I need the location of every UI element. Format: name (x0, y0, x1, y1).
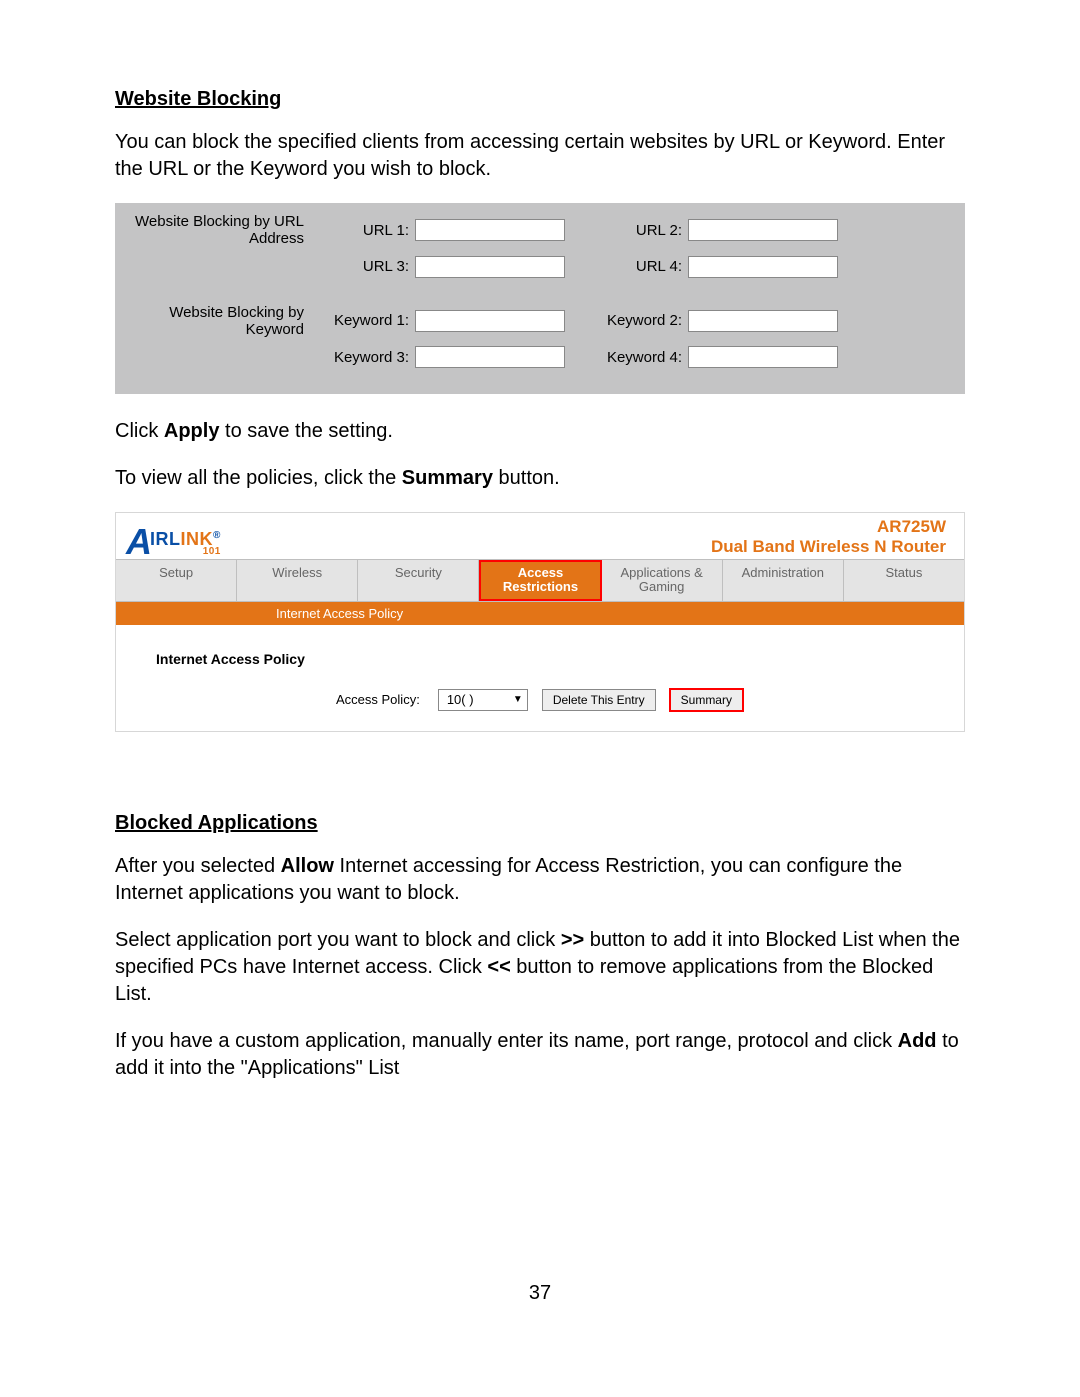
text-blocked-apps-p1: After you selected Allow Internet access… (115, 853, 965, 907)
label-url4: URL 4: (587, 258, 688, 275)
router-ui: A IRLINK® 101 AR725W Dual Band Wireless … (115, 512, 965, 732)
text-view-summary: To view all the policies, click the Summ… (115, 465, 965, 492)
text-blocked-apps-p3: If you have a custom application, manual… (115, 1028, 965, 1082)
tab-bar: Setup Wireless Security Access Restricti… (116, 559, 964, 602)
text-blocked-apps-p2: Select application port you want to bloc… (115, 927, 965, 1008)
label-kw3: Keyword 3: (314, 349, 415, 366)
summary-button[interactable]: Summary (670, 689, 743, 711)
label-url-group: Website Blocking by URL Address (129, 213, 314, 248)
input-url2[interactable] (688, 219, 838, 241)
intro-website-blocking: You can block the specified clients from… (115, 129, 965, 183)
tab-wireless[interactable]: Wireless (237, 560, 358, 601)
label-kw2: Keyword 2: (587, 312, 688, 329)
input-url3[interactable] (415, 256, 565, 278)
heading-website-blocking: Website Blocking (115, 88, 965, 111)
model-number: AR725W (711, 517, 946, 537)
text-click-apply: Click Apply to save the setting. (115, 418, 965, 445)
input-kw4[interactable] (688, 346, 838, 368)
tab-setup[interactable]: Setup (116, 560, 237, 601)
website-blocking-form: Website Blocking by URL Address URL 1: U… (115, 203, 965, 394)
model-tagline: Dual Band Wireless N Router (711, 537, 946, 557)
airlink-logo: A IRLINK® 101 (126, 528, 221, 557)
heading-blocked-applications: Blocked Applications (115, 812, 965, 835)
input-url4[interactable] (688, 256, 838, 278)
select-access-policy[interactable]: 10( ) ▼ (438, 689, 528, 711)
input-kw1[interactable] (415, 310, 565, 332)
page-number: 37 (115, 1282, 965, 1305)
chevron-down-icon: ▼ (513, 694, 523, 705)
label-keyword-group: Website Blocking by Keyword (129, 304, 314, 339)
label-access-policy: Access Policy: (336, 692, 420, 707)
input-kw3[interactable] (415, 346, 565, 368)
label-url1: URL 1: (314, 222, 415, 239)
delete-entry-button[interactable]: Delete This Entry (542, 689, 656, 711)
tab-administration[interactable]: Administration (723, 560, 844, 601)
tab-status[interactable]: Status (844, 560, 964, 601)
label-url3: URL 3: (314, 258, 415, 275)
tab-access-restrictions[interactable]: Access Restrictions (479, 560, 601, 601)
tab-applications-gaming[interactable]: Applications & Gaming (602, 560, 723, 601)
label-kw1: Keyword 1: (314, 312, 415, 329)
label-kw4: Keyword 4: (587, 349, 688, 366)
input-url1[interactable] (415, 219, 565, 241)
heading-internet-access-policy: Internet Access Policy (156, 651, 944, 667)
label-url2: URL 2: (587, 222, 688, 239)
tab-security[interactable]: Security (358, 560, 479, 601)
subtab-internet-access-policy[interactable]: Internet Access Policy (116, 602, 964, 625)
input-kw2[interactable] (688, 310, 838, 332)
